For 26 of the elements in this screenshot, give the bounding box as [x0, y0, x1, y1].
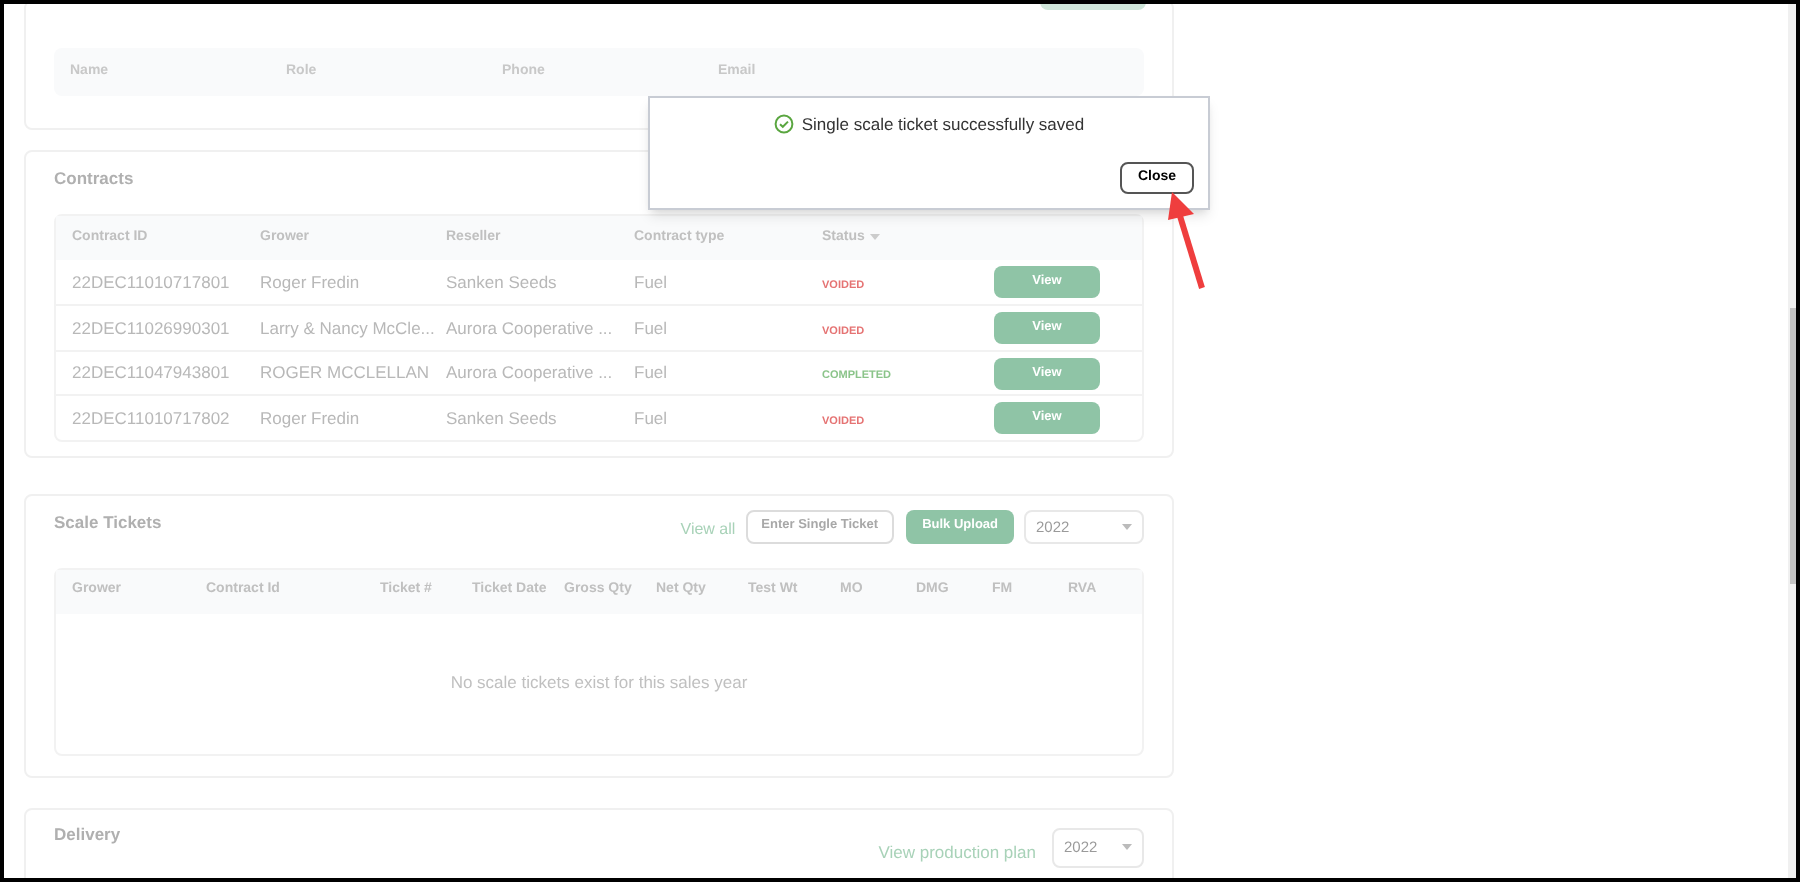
table-cell-text: Fuel: [632, 405, 670, 431]
caret-icon: [1122, 844, 1132, 851]
table-cell-text: Roger Fredin: [258, 405, 362, 431]
section-title: Scale Tickets: [54, 509, 162, 535]
table-cell-text: 22DEC11010717802: [70, 405, 232, 431]
view-production-plan-link[interactable]: View production plan: [878, 839, 1036, 866]
table-cell-text: Sanken Seeds: [444, 269, 559, 295]
annotation-arrow: [1164, 188, 1208, 292]
table-cell-text: Larry & Nancy McCle...: [258, 315, 430, 341]
view-all-link[interactable]: View all: [680, 518, 736, 543]
sort-icon[interactable]: [870, 234, 881, 241]
table-cell-text: 22DEC11047943801: [70, 360, 232, 386]
table-cell-text: Fuel: [632, 360, 670, 386]
table-cell-text: 22DEC11010717801: [70, 269, 232, 295]
table-cell-text: Roger Fredin: [258, 269, 362, 295]
table-cell-text: Sanken Seeds: [444, 405, 559, 431]
section-title: Delivery: [54, 821, 121, 848]
check-circle-icon: [773, 114, 794, 135]
table-cell-text: Aurora Cooperative ...: [444, 360, 615, 386]
dialog-message: Single scale ticket successfully saved: [801, 112, 1085, 138]
caret-icon: [1122, 523, 1132, 530]
table-cell-text: ROGER MCCLELLAN: [258, 360, 430, 386]
empty-message: No scale tickets exist for this sales year: [450, 670, 748, 697]
table-cell-text: Fuel: [632, 269, 670, 295]
table-cell-text: Fuel: [632, 315, 670, 341]
table-cell-text: 22DEC11026990301: [70, 315, 232, 341]
